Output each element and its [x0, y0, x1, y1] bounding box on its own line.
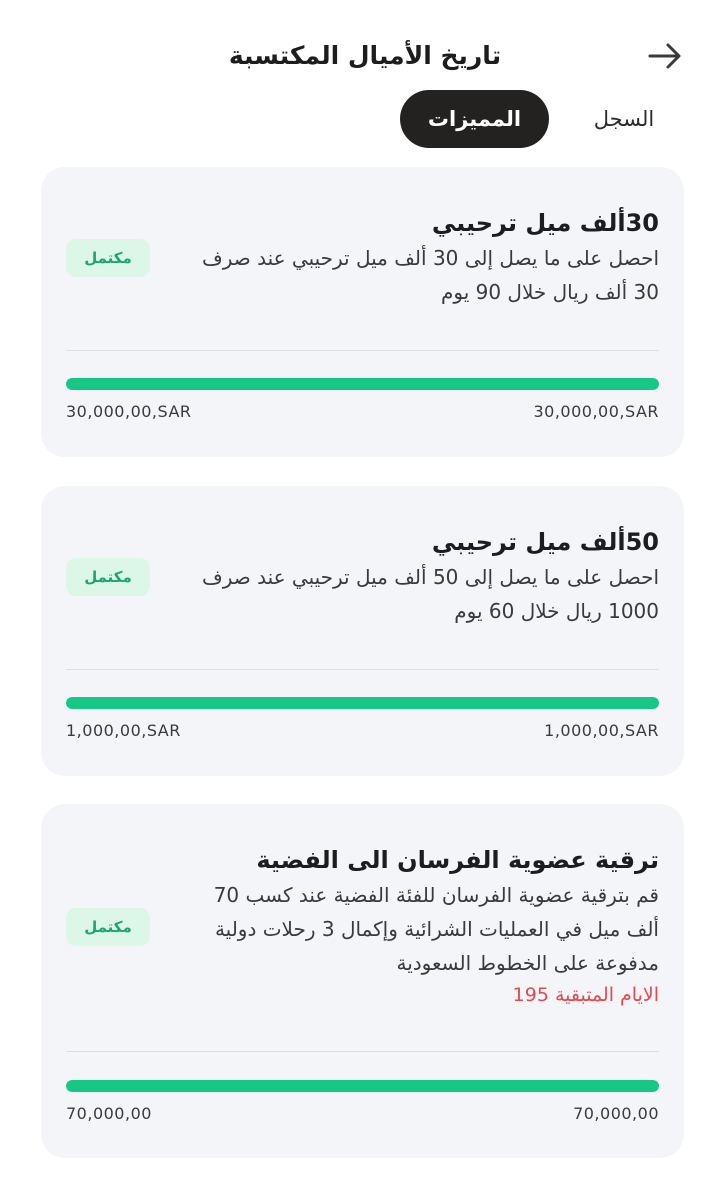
progress-fill — [66, 378, 659, 390]
card-description: قم بترقية عضوية الفرسان للفئة الفضية عند… — [213, 883, 659, 975]
status-badge: مكتمل — [66, 558, 150, 596]
card-title: 30ألف ميل ترحيبي — [431, 209, 659, 237]
progress-bar — [66, 1080, 659, 1092]
arrow-right-icon — [648, 43, 681, 69]
page-title: تاريخ الأميال المكتسبة — [228, 41, 502, 70]
progress-bar — [66, 378, 659, 390]
amount-target: 1,000,00,SAR — [544, 721, 659, 740]
divider — [66, 669, 659, 670]
back-button[interactable] — [640, 36, 690, 76]
amount-target: 70,000,00 — [573, 1104, 659, 1123]
tab-bar: السجل المميزات — [0, 90, 725, 150]
remaining-days: الايام المتبقية 195 — [512, 984, 659, 1006]
progress-fill — [66, 1080, 659, 1092]
header: تاريخ الأميال المكتسبة — [0, 28, 725, 84]
amount-achieved: 30,000,00,SAR — [66, 402, 192, 421]
miles-history-page: تاريخ الأميال المكتسبة السجل المميزات 30… — [0, 0, 725, 1200]
divider — [66, 1051, 659, 1052]
tab-features[interactable]: المميزات — [400, 90, 549, 148]
card-description: احصل على ما يصل إلى 50 ألف ميل ترحيبي عن… — [201, 565, 659, 623]
progress-bar — [66, 697, 659, 709]
reward-card[interactable]: ترقية عضوية الفرسان الى الفضية قم بترقية… — [41, 804, 684, 1158]
card-text: 50ألف ميل ترحيبي احصل على ما يصل إلى 50 … — [189, 524, 659, 628]
status-badge: مكتمل — [66, 908, 150, 946]
card-text: ترقية عضوية الفرسان الى الفضية قم بترقية… — [189, 842, 659, 1010]
card-title: 50ألف ميل ترحيبي — [431, 528, 659, 556]
reward-card[interactable]: 30ألف ميل ترحيبي احصل على ما يصل إلى 30 … — [41, 167, 684, 457]
card-text: 30ألف ميل ترحيبي احصل على ما يصل إلى 30 … — [189, 205, 659, 309]
status-badge: مكتمل — [66, 239, 150, 277]
tab-history[interactable]: السجل — [572, 90, 676, 148]
amount-target: 30,000,00,SAR — [533, 402, 659, 421]
amount-achieved: 70,000,00 — [66, 1104, 152, 1123]
card-title: ترقية عضوية الفرسان الى الفضية — [256, 846, 659, 874]
divider — [66, 350, 659, 351]
reward-card[interactable]: 50ألف ميل ترحيبي احصل على ما يصل إلى 50 … — [41, 486, 684, 776]
amount-achieved: 1,000,00,SAR — [66, 721, 181, 740]
card-description: احصل على ما يصل إلى 30 ألف ميل ترحيبي عن… — [201, 246, 659, 304]
progress-fill — [66, 697, 659, 709]
